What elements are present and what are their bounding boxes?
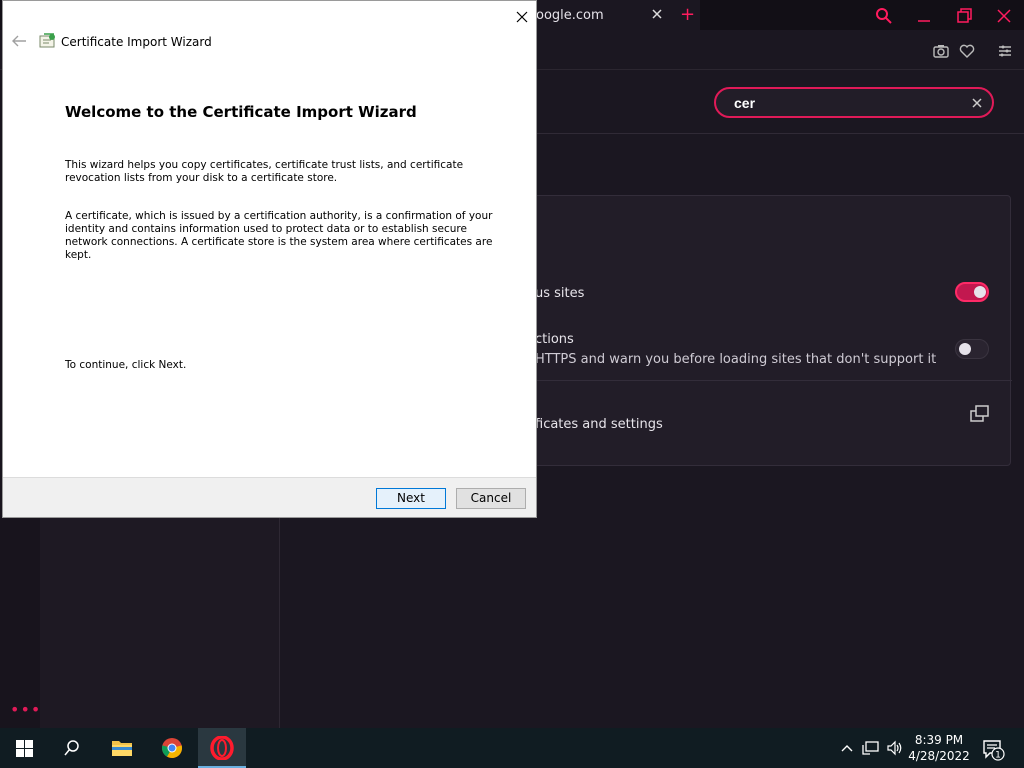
close-icon[interactable] bbox=[994, 6, 1014, 26]
volume-icon[interactable] bbox=[886, 740, 904, 756]
network-icon[interactable] bbox=[862, 740, 880, 756]
minimize-icon[interactable] bbox=[914, 6, 934, 26]
setting-row-title: ctions bbox=[535, 332, 574, 347]
clock-time: 8:39 PM bbox=[914, 733, 964, 747]
dialog-footer: Next Cancel bbox=[3, 477, 536, 517]
next-button[interactable]: Next bbox=[376, 488, 446, 509]
taskbar-opera[interactable] bbox=[198, 728, 246, 768]
windows-start-icon bbox=[16, 740, 33, 757]
taskbar-clock[interactable]: 8:39 PM 4/28/2022 bbox=[905, 732, 973, 764]
heart-icon[interactable] bbox=[958, 42, 976, 60]
dialog-title: Certificate Import Wizard bbox=[61, 35, 212, 49]
sidebar-menu-dots[interactable]: ••• bbox=[10, 700, 41, 719]
setting-row-title[interactable]: ficates and settings bbox=[535, 417, 663, 432]
settings-card: us sites ctions HTTPS and warn you befor… bbox=[500, 195, 1012, 466]
browser-tab[interactable]: oogle.com bbox=[520, 0, 700, 30]
start-button[interactable] bbox=[0, 728, 48, 768]
setting-row-subtitle: HTTPS and warn you before loading sites … bbox=[535, 352, 937, 367]
setting-toggle-off[interactable] bbox=[955, 339, 989, 359]
card-divider bbox=[501, 380, 1012, 381]
certificate-import-wizard-dialog: Certificate Import Wizard Welcome to the… bbox=[2, 0, 537, 518]
search-input[interactable] bbox=[732, 93, 952, 113]
notification-count: 1 bbox=[995, 751, 1001, 761]
setting-toggle-on[interactable] bbox=[955, 282, 989, 302]
back-arrow-icon[interactable] bbox=[11, 34, 27, 48]
tab-close-icon[interactable] bbox=[650, 7, 664, 21]
certificate-icon bbox=[39, 33, 55, 48]
close-icon[interactable] bbox=[511, 6, 533, 28]
taskbar-file-explorer[interactable] bbox=[98, 728, 146, 768]
wizard-heading: Welcome to the Certificate Import Wizard bbox=[65, 103, 417, 121]
search-icon bbox=[64, 740, 79, 756]
clock-date: 4/28/2022 bbox=[908, 749, 970, 763]
notifications-icon[interactable]: 1 bbox=[982, 738, 1006, 762]
file-explorer-icon bbox=[112, 741, 132, 756]
setting-row-title: us sites bbox=[535, 286, 585, 301]
tab-title: oogle.com bbox=[536, 8, 604, 23]
new-tab-icon[interactable]: + bbox=[680, 6, 695, 24]
taskbar-chrome[interactable] bbox=[148, 728, 196, 768]
snapshot-icon[interactable] bbox=[932, 42, 950, 60]
open-external-icon[interactable] bbox=[970, 405, 990, 423]
easy-setup-icon[interactable] bbox=[996, 42, 1014, 60]
restore-icon[interactable] bbox=[954, 6, 974, 26]
settings-search bbox=[714, 87, 994, 118]
wizard-continue-text: To continue, click Next. bbox=[65, 359, 187, 371]
wizard-intro-text: This wizard helps you copy certificates,… bbox=[65, 159, 464, 184]
opera-icon bbox=[210, 736, 234, 760]
search-tabs-icon[interactable] bbox=[874, 6, 894, 26]
show-hidden-icons-icon[interactable] bbox=[838, 740, 856, 756]
wizard-description-text: A certificate, which is issued by a cert… bbox=[65, 210, 493, 261]
taskbar bbox=[0, 728, 1024, 768]
taskbar-search-button[interactable] bbox=[48, 728, 96, 768]
cancel-button[interactable]: Cancel bbox=[456, 488, 526, 509]
chrome-icon bbox=[161, 738, 183, 759]
clear-search-icon[interactable] bbox=[970, 96, 984, 110]
